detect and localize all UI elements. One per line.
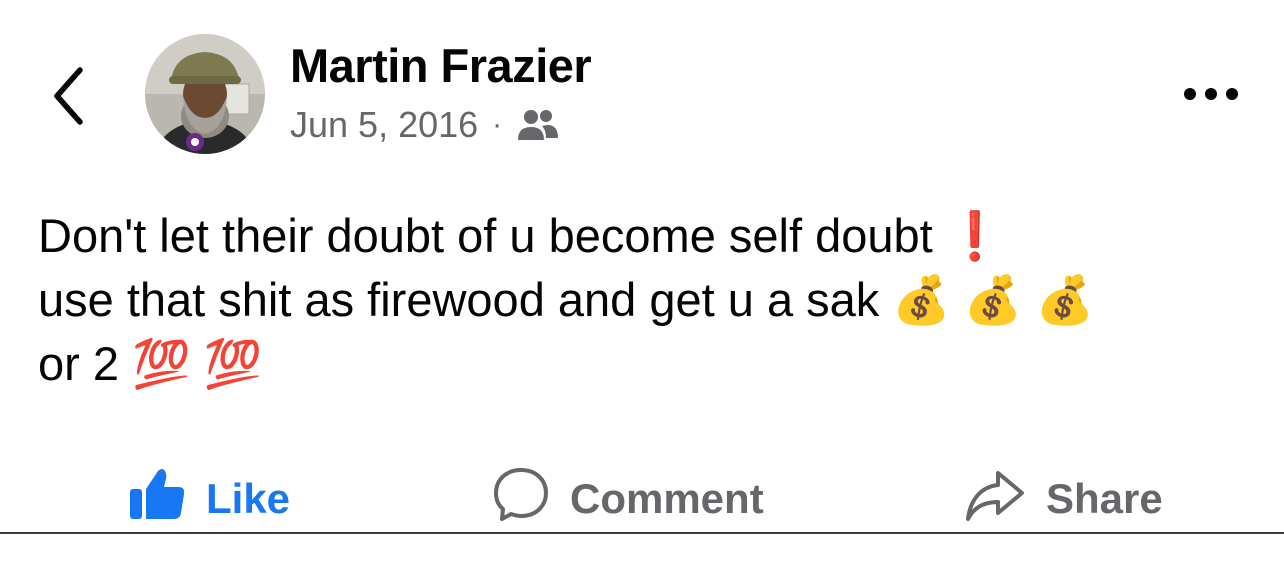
chevron-left-icon — [54, 67, 83, 125]
author-profile-photo — [145, 34, 265, 154]
author-name[interactable]: Martin Frazier — [290, 38, 592, 93]
post-meta: Jun 5, 2016 · — [290, 102, 560, 148]
post-date[interactable]: Jun 5, 2016 — [290, 104, 478, 146]
share-label: Share — [1046, 475, 1163, 522]
share-button[interactable]: Share — [964, 464, 1163, 534]
back-button[interactable] — [40, 58, 100, 128]
post-action-bar: Like Comment Share — [0, 464, 1284, 534]
comment-bubble-icon — [492, 465, 550, 533]
more-options-button[interactable] — [1176, 72, 1246, 116]
like-label: Like — [206, 475, 291, 522]
friends-icon[interactable] — [516, 107, 560, 143]
comment-button[interactable]: Comment — [492, 464, 764, 534]
share-arrow-icon — [964, 465, 1026, 533]
post-text: Don't let their doubt of u become self d… — [38, 209, 1095, 390]
bottom-divider — [0, 532, 1284, 534]
like-button[interactable]: Like — [128, 464, 290, 534]
meta-separator: · — [492, 108, 503, 141]
thumbs-up-icon — [128, 465, 186, 533]
more-horizontal-icon — [1184, 88, 1238, 100]
avatar[interactable] — [145, 34, 265, 154]
comment-label: Comment — [570, 475, 764, 522]
